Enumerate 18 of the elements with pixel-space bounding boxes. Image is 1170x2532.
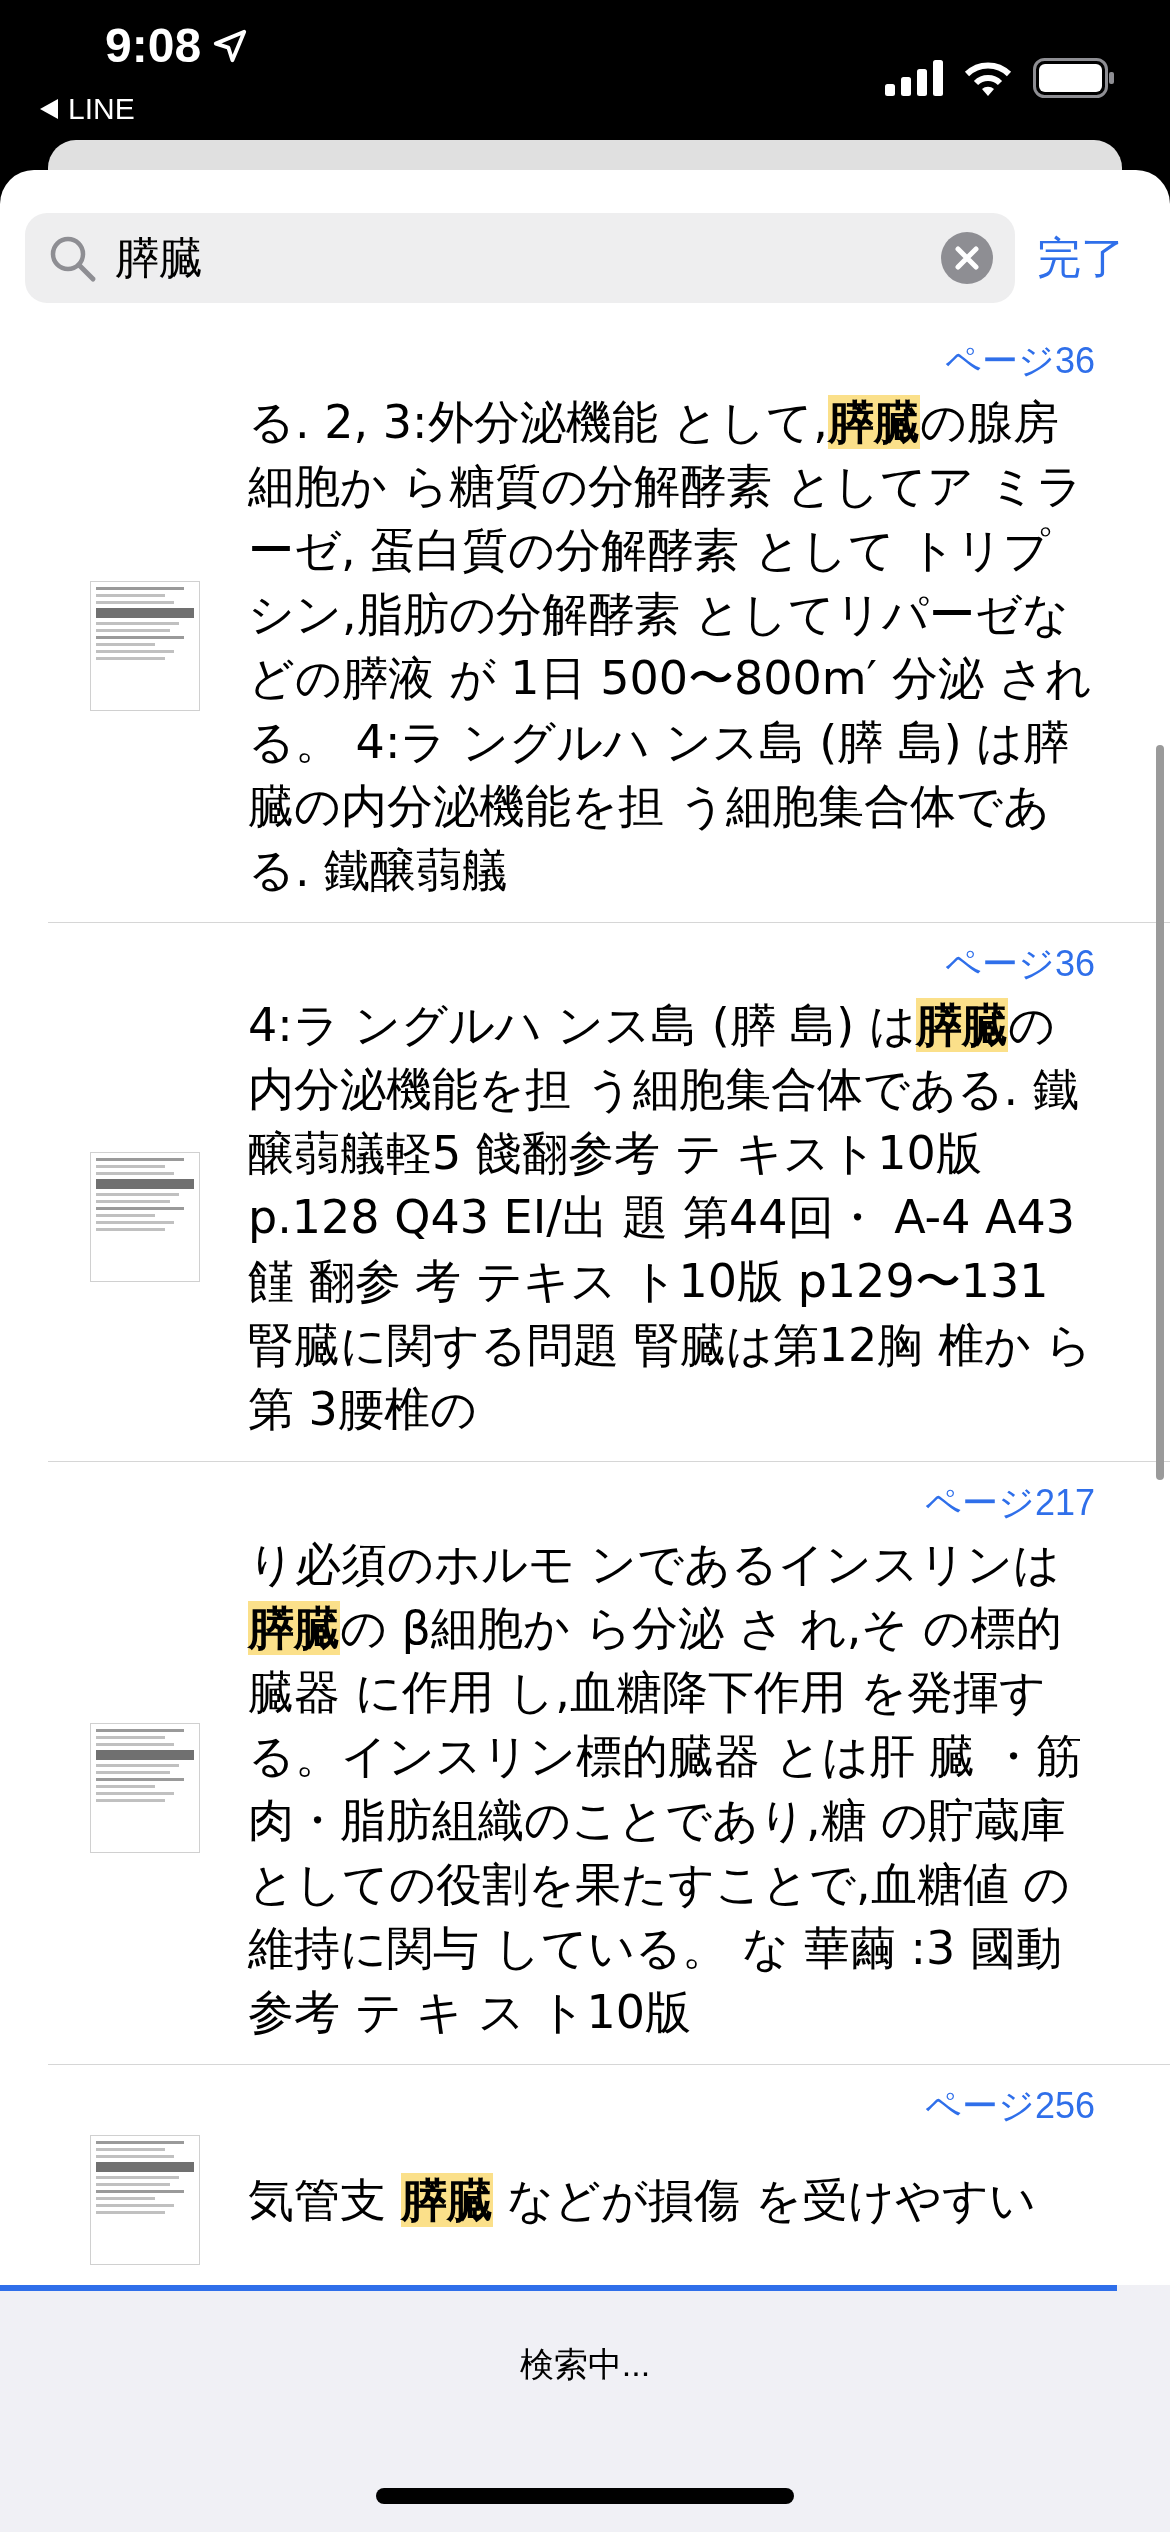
page-number-link[interactable]: ページ36 xyxy=(944,941,1095,987)
searching-status: 検索中... xyxy=(519,2347,651,2381)
result-snippet[interactable]: る. 2, 3:外分泌機能 として,膵臓の腺房細胞か ら糖質の分解酵素 としてア ミラーゼ, 蛋白質の分解酵素 として トリプシン,脂肪の分解酵素 としてリパーゼなどの膵液 が 1日 500〜800m′ 分泌 される。 4:ラ ングルハ ンス島 (膵 島) は膵臓の内分泌機能を担 う細胞集合体である. 鐵醸蒻艤 xyxy=(248,390,1096,902)
result-snippet[interactable]: り必須のホルモ ンであるインスリンは 膵臓の β細胞か ら分泌 さ れ,そ の標的臓器 に作用 し,血糖降下作用 を発揮する。インスリン標的臓器 とは肝 臓 ・筋肉・脂肪組織のことであり,糖 の貯蔵庫としての役割を果たすことで,血糖値 の維持に関与 している。 な 華繭 :3 國動参考 テ キ ス ト10版 xyxy=(248,1532,1096,2044)
back-to-app-link[interactable]: LINE xyxy=(38,94,135,124)
result-snippet[interactable]: 気管支 膵臓 などが損傷 を受けやすい xyxy=(248,2168,1096,2232)
clear-icon[interactable] xyxy=(941,232,993,284)
signal-icon xyxy=(885,60,943,96)
page-number-link[interactable]: ページ256 xyxy=(924,2083,1095,2129)
page-number-link[interactable]: ページ36 xyxy=(944,338,1095,384)
back-triangle-icon xyxy=(38,97,60,121)
wifi-icon xyxy=(963,60,1013,96)
done-button[interactable]: 完了 xyxy=(1037,236,1125,280)
status-time: 9:08 xyxy=(105,22,202,70)
search-field[interactable]: 膵臓 xyxy=(25,213,1015,303)
page-number-link[interactable]: ページ217 xyxy=(924,1480,1095,1526)
result-snippet[interactable]: 4:ラ ングルハ ンス島 (膵 島) は膵臓の内分泌機能を担 う細胞集合体である. 鐵醸蒻艤軽5 餞翻参考 テ キスト10版 p.128 Q43 EI/出 題 第44回・ A-4 A43 饉 翻参 考 テキス ト10版 p129〜131 腎臓に関する問題 腎臓は第12胸 椎か ら第 3腰椎の xyxy=(248,993,1096,1441)
battery-icon xyxy=(1033,58,1115,98)
